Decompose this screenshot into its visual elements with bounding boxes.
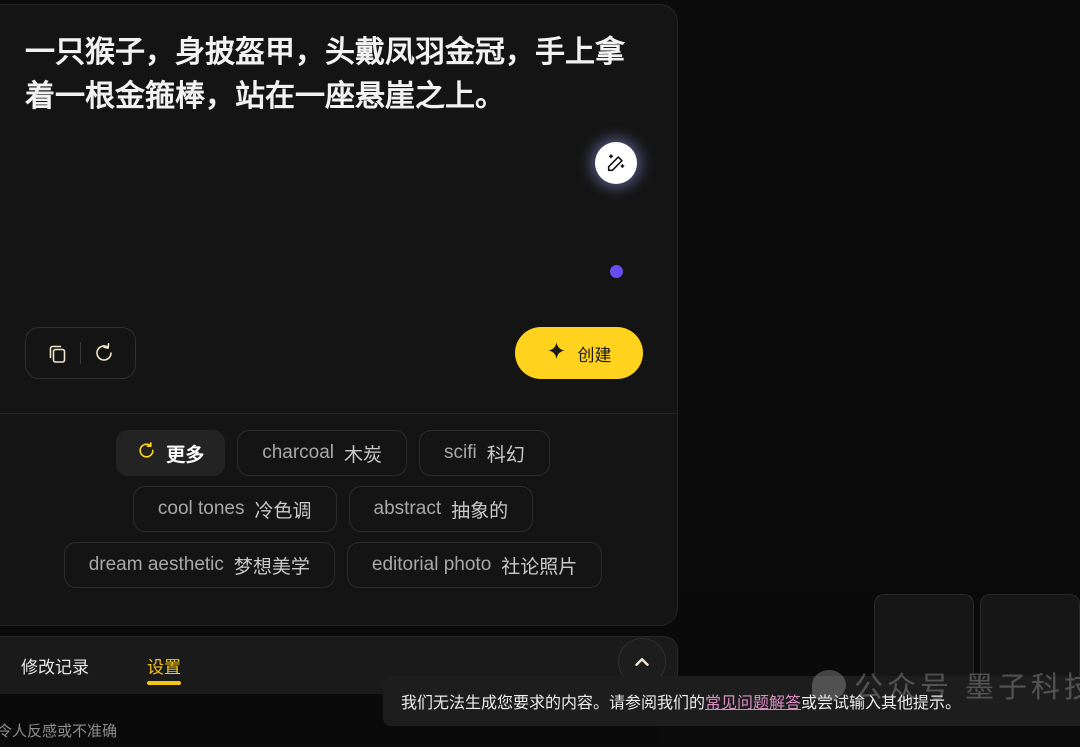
create-button-label: 创建 (577, 345, 612, 365)
thumbnail-row (874, 594, 1080, 680)
toast-suffix: 或尝试输入其他提示。 (801, 695, 962, 712)
refresh-icon[interactable] (81, 330, 127, 376)
refresh-icon (137, 441, 156, 466)
error-toast: 我们无法生成您要求的内容。请参阅我们的 常见问题解答 或尝试输入其他提示。 (383, 676, 1080, 726)
suggestion-chip-cn: 冷色调 (254, 500, 312, 522)
prompt-actions-group (25, 327, 136, 379)
thumbnail-card[interactable] (874, 594, 974, 680)
suggestion-chip-list: 更多 charcoal 木炭 scifi 科幻 cool tones 冷色调 abstract… (0, 430, 677, 588)
suggestion-chip[interactable]: abstract 抽象的 (348, 486, 534, 532)
prompt-toolbar: 创建 (25, 327, 643, 379)
suggestion-chip-en: cool tones (157, 498, 245, 519)
toast-prefix: 我们无法生成您要求的内容。请参阅我们的 (401, 695, 706, 712)
suggestion-chip[interactable]: editorial photo 社论照片 (346, 542, 603, 588)
thumbnail-card[interactable] (980, 594, 1080, 680)
prompt-top-section: 一只猴子，身披盔甲，头戴凤羽金冠，手上拿着一根金箍棒，站在一座悬崖之上。 创建 (0, 5, 677, 409)
suggestion-chip-cn: 更多 (166, 444, 205, 466)
suggestion-chip[interactable]: cool tones 冷色调 (132, 486, 337, 532)
suggestion-chip[interactable]: dream aesthetic 梦想美学 (63, 542, 335, 588)
suggestion-chip-cn: 木炭 (344, 444, 383, 466)
sparkle-icon (547, 341, 566, 365)
magic-wand-icon[interactable] (595, 142, 637, 184)
suggestion-chip-en: charcoal (262, 442, 335, 463)
suggestion-chip-en: dream aesthetic (88, 554, 224, 575)
app-root: 此处似乎没有 请尝试输入其他提 看我们的 一只猴子，身披盔甲，头戴凤羽金冠，手上… (0, 0, 1080, 747)
more-suggestions-chip[interactable]: 更多 (116, 430, 226, 476)
toast-faq-link[interactable]: 常见问题解答 (705, 689, 801, 713)
suggestion-chip-cn: 社论照片 (501, 556, 578, 578)
suggestion-chip-en: scifi (444, 442, 477, 463)
suggestion-chip-cn: 抽象的 (451, 500, 509, 522)
workspace-pane: 此处似乎没有 请尝试输入其他提 看我们的 (660, 0, 1080, 592)
suggestion-chip-en: abstract (373, 498, 442, 519)
card-divider (0, 413, 677, 414)
prompt-input[interactable]: 一只猴子，身披盔甲，头戴凤羽金冠，手上拿着一根金箍棒，站在一座悬崖之上。 (25, 31, 639, 118)
prompt-card: 一只猴子，身披盔甲，头戴凤羽金冠，手上拿着一根金箍棒，站在一座悬崖之上。 创建 … (0, 4, 678, 626)
suggestion-chip-cn: 科幻 (486, 444, 525, 466)
suggestion-chip[interactable]: scifi 科幻 (419, 430, 550, 476)
status-dot (610, 265, 623, 278)
suggestion-chip[interactable]: charcoal 木炭 (237, 430, 408, 476)
copy-icon[interactable] (34, 330, 80, 376)
tab-settings[interactable]: 设置 (147, 637, 181, 693)
create-button[interactable]: 创建 (515, 327, 643, 379)
disclaimer-text: 能令人反感或不准确 (0, 723, 118, 740)
suggestion-chip-cn: 梦想美学 (233, 556, 310, 578)
suggestion-chip-en: editorial photo (371, 554, 492, 575)
tab-history[interactable]: 修改记录 (21, 637, 89, 693)
